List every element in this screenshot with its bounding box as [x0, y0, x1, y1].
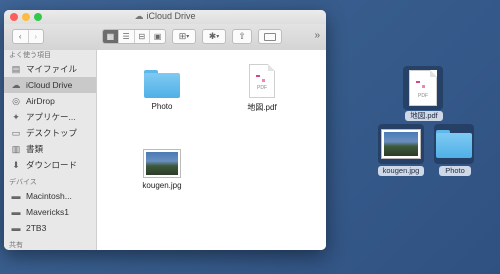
file-item-photo-folder[interactable]: Photo [127, 70, 197, 111]
toolbar-overflow-button[interactable]: » [314, 30, 320, 41]
airdrop-icon: ◎ [12, 96, 20, 106]
file-item-kougen-jpg[interactable]: kougen.jpg [127, 150, 197, 190]
documents-icon: ▥ [11, 144, 21, 154]
desktop-item-map-pdf[interactable]: PDF [403, 66, 443, 110]
title-bar[interactable]: ☁ iCloud Drive [4, 10, 326, 24]
disk-icon: ▬ [11, 207, 21, 217]
forward-button[interactable]: › [29, 30, 44, 43]
sidebar-item-mavericks1[interactable]: ▬ Mavericks1 [4, 204, 96, 220]
folder-icon [436, 130, 472, 158]
toolbar: ‹ › ▦ ☰ ⊟ ▣ ⊞ ▾ ✱ ▾ ⇧ » [4, 24, 326, 51]
sidebar-item-downloads[interactable]: ⬇ ダウンロード [4, 157, 96, 173]
chevron-down-icon: ▾ [216, 34, 220, 40]
image-thumbnail-icon [382, 130, 420, 158]
desktop-label-map-pdf: 地図.pdf [405, 111, 443, 121]
view-mode-control: ▦ ☰ ⊟ ▣ [102, 29, 166, 44]
gallery-view-icon[interactable]: ▣ [150, 30, 165, 43]
sidebar-item-applications[interactable]: ✦ アプリケー... [4, 109, 96, 125]
tag-icon [264, 32, 276, 41]
cloud-icon: ☁ [134, 11, 144, 21]
nav-buttons: ‹ › [12, 29, 44, 44]
desktop-label-photo-folder: Photo [439, 166, 471, 176]
file-name: Photo [151, 102, 173, 111]
apps-icon: ✦ [12, 112, 20, 122]
chevron-down-icon: ▾ [186, 34, 190, 40]
disk-icon: ▬ [11, 191, 21, 201]
desktop-label-kougen-jpg: kougen.jpg [378, 166, 424, 176]
download-icon: ⬇ [12, 160, 20, 170]
desktop-icon: ▭ [11, 128, 21, 138]
sidebar-item-desktop[interactable]: ▭ デスクトップ [4, 125, 96, 141]
section-header-shared: 共有 [9, 242, 23, 249]
file-item-map-pdf[interactable]: PDF 地図.pdf [227, 64, 297, 113]
sidebar-item-2tb3[interactable]: ▬ 2TB3 [4, 220, 96, 236]
image-thumbnail-icon [144, 150, 180, 177]
window-title: ☁ iCloud Drive [134, 11, 196, 21]
column-view-icon[interactable]: ⊟ [135, 30, 151, 43]
sidebar-item-icloud-drive[interactable]: ☁ iCloud Drive [4, 77, 96, 93]
finder-window: ☁ iCloud Drive ‹ › ▦ ☰ ⊟ ▣ ⊞ ▾ ✱ ▾ ⇧ » よく使う… [4, 10, 326, 250]
file-browser: Photo PDF 地図.pdf kougen.jpg [97, 50, 326, 250]
share-button[interactable]: ⇧ [232, 29, 252, 44]
share-icon: ⇧ [238, 31, 246, 41]
section-header-devices: デバイス [9, 179, 37, 186]
icon-view-icon[interactable]: ▦ [103, 30, 119, 43]
sidebar-item-airdrop[interactable]: ◎ AirDrop [4, 93, 96, 109]
doc-icon: ▤ [11, 64, 21, 74]
disk-icon: ▬ [11, 223, 21, 233]
list-view-icon[interactable]: ☰ [119, 30, 135, 43]
cloud-icon: ☁ [11, 80, 21, 90]
pdf-icon: PDF [249, 64, 275, 98]
arrange-button[interactable]: ⊞ ▾ [172, 29, 196, 44]
sidebar-item-documents[interactable]: ▥ 書類 [4, 141, 96, 157]
gear-icon: ✱ [208, 31, 217, 41]
action-button[interactable]: ✱ ▾ [202, 29, 226, 44]
pdf-icon: PDF [409, 70, 437, 106]
desktop-item-kougen-jpg[interactable] [378, 124, 424, 164]
desktop-item-photo-folder[interactable] [434, 124, 474, 164]
file-name: 地図.pdf [247, 103, 277, 112]
sidebar: よく使う項目 ▤ マイファイル ☁ iCloud Drive ◎ AirDrop… [4, 50, 97, 250]
tag-button[interactable] [258, 29, 282, 44]
back-button[interactable]: ‹ [13, 30, 29, 43]
sidebar-item-my-files[interactable]: ▤ マイファイル [4, 61, 96, 77]
folder-icon [144, 70, 180, 98]
section-header-favorites: よく使う項目 [9, 52, 51, 59]
file-name: kougen.jpg [142, 181, 182, 190]
arrange-icon: ⊞ [178, 31, 187, 41]
sidebar-item-macintosh-hd[interactable]: ▬ Macintosh... [4, 188, 96, 204]
